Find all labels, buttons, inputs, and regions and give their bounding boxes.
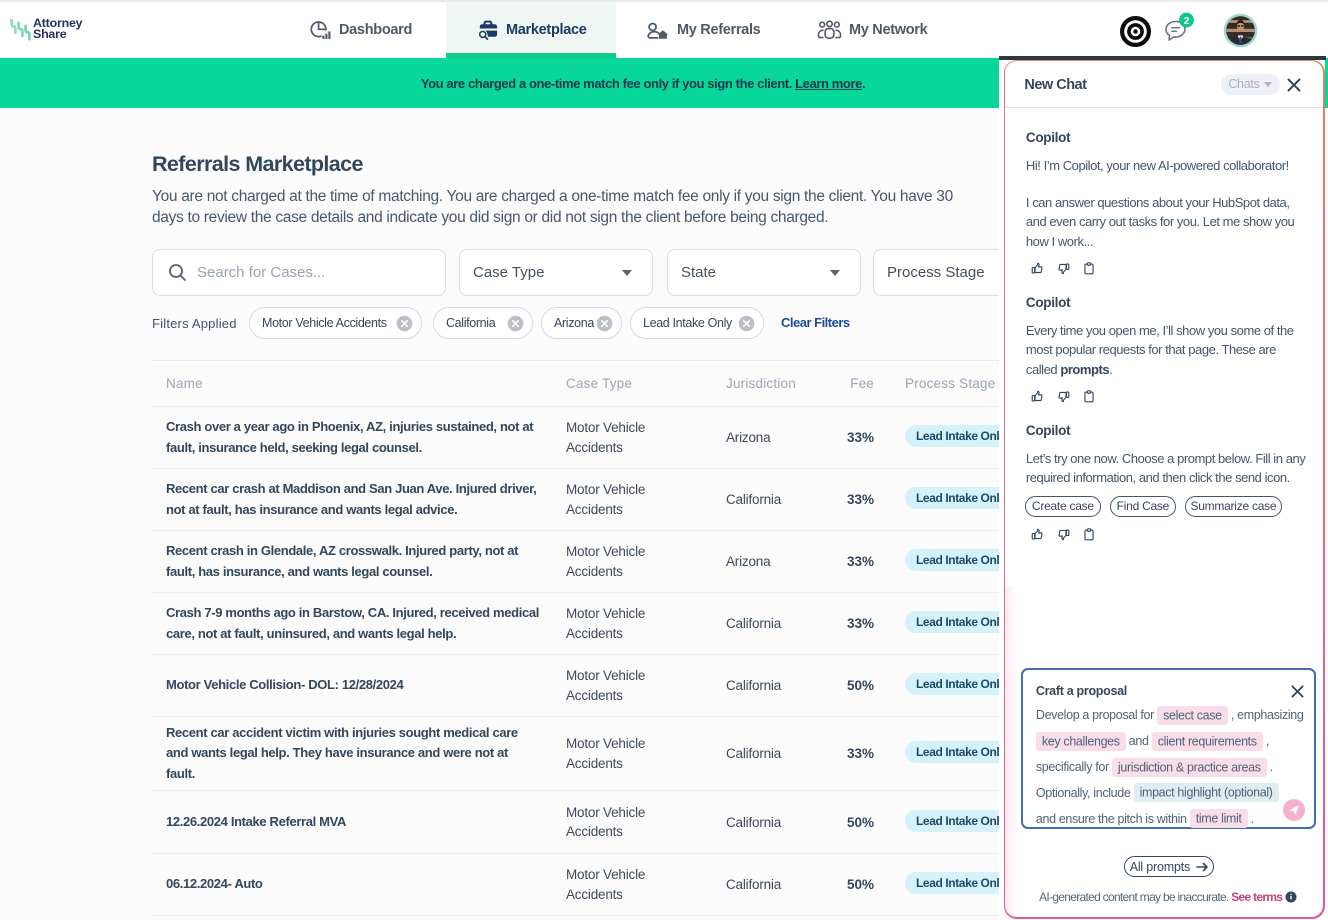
svg-text:2: 2: [1184, 15, 1190, 27]
